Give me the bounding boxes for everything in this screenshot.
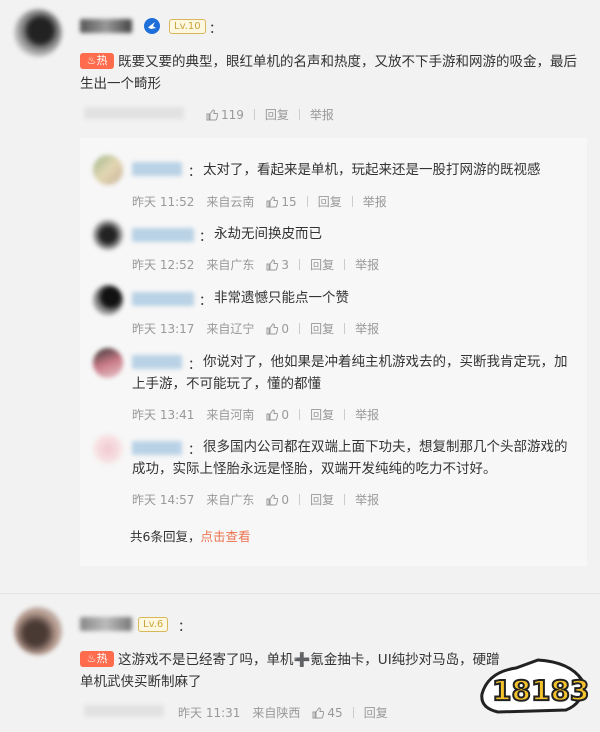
reply-meta: 昨天 11:52 来自云南 15 回复 举报 <box>132 193 387 210</box>
report-button[interactable]: 举报 <box>355 406 379 423</box>
comment-time <box>84 705 164 717</box>
divider <box>344 409 346 420</box>
divider <box>299 494 301 505</box>
reply-location: 来自河南 <box>206 408 255 422</box>
like-count: 119 <box>221 107 244 122</box>
username[interactable] <box>132 228 194 242</box>
comment-location: 来自陕西 <box>252 706 301 720</box>
thumb-up-icon[interactable] <box>266 258 279 271</box>
divider <box>351 196 353 207</box>
thumb-up-icon[interactable] <box>312 706 325 719</box>
report-button[interactable]: 举报 <box>363 193 387 210</box>
reply-count: 共6条回复， <box>130 529 201 544</box>
divider <box>306 196 308 207</box>
reply-location: 来自广东 <box>206 493 255 507</box>
avatar[interactable] <box>14 9 62 57</box>
reply-meta: 昨天 13:17 来自辽宁 0 回复 举报 <box>132 320 379 337</box>
comment-text: 这游戏不是已经寄了吗，单机➕氪金抽卡，UI纯抄对马岛，硬蹭单机武侠买断制麻了 <box>80 652 500 690</box>
username[interactable] <box>132 162 182 176</box>
avatar[interactable] <box>14 607 62 655</box>
reply-text: 太对了，看起来是单机，玩起来还是一股打网游的既视感 <box>203 162 541 178</box>
reply-meta: 昨天 13:41 来自河南 0 回复 举报 <box>132 406 379 423</box>
avatar[interactable] <box>93 285 123 315</box>
reply-time: 昨天 12:52 <box>132 258 195 272</box>
verified-badge-icon <box>143 17 161 35</box>
username[interactable] <box>132 292 194 306</box>
reply-button[interactable]: 回复 <box>265 106 289 123</box>
like-count: 0 <box>281 492 290 507</box>
level-badge: Lv.6 <box>138 617 169 632</box>
thumb-up-icon[interactable] <box>266 322 279 335</box>
divider <box>352 707 354 718</box>
avatar[interactable] <box>93 348 123 378</box>
colon: ： <box>199 294 213 309</box>
watermark-logo: 18183 <box>478 650 590 718</box>
reply-time: 昨天 13:41 <box>132 408 195 422</box>
colon: ： <box>188 165 202 180</box>
reply-location: 来自云南 <box>206 195 255 209</box>
divider <box>299 409 301 420</box>
comment-actions: 昨天 11:31 来自陕西 45 回复 <box>178 704 388 721</box>
reply-button[interactable]: 回复 <box>310 256 334 273</box>
thumb-up-icon[interactable] <box>266 408 279 421</box>
colon: ： <box>178 620 192 635</box>
reply-button[interactable]: 回复 <box>310 491 334 508</box>
like-count: 3 <box>281 257 290 272</box>
divider <box>0 593 600 594</box>
like-count: 15 <box>281 194 297 209</box>
divider <box>298 109 300 120</box>
username[interactable] <box>80 19 132 33</box>
divider <box>253 109 255 120</box>
divider <box>344 323 346 334</box>
thumb-up-icon[interactable] <box>266 493 279 506</box>
like-count: 0 <box>281 321 290 336</box>
report-button[interactable]: 举报 <box>355 320 379 337</box>
comment-text: 既要又要的典型，眼红单机的名声和热度，又放不下手游和网游的吸金，最后生出一个畸形 <box>80 54 577 92</box>
divider <box>299 259 301 270</box>
divider <box>299 323 301 334</box>
comment-time: 昨天 11:31 <box>178 706 241 720</box>
colon: ： <box>209 22 223 37</box>
avatar[interactable] <box>93 155 123 185</box>
reply-location: 来自广东 <box>206 258 255 272</box>
thumb-up-icon[interactable] <box>206 108 218 121</box>
thumb-up-icon[interactable] <box>266 195 279 208</box>
report-button[interactable]: 举报 <box>355 256 379 273</box>
like-count: 45 <box>327 705 343 720</box>
avatar[interactable] <box>93 220 123 250</box>
reply-text: 非常遗憾只能点一个赞 <box>214 290 349 306</box>
divider <box>344 494 346 505</box>
view-all-replies-link[interactable]: 点击查看 <box>200 526 250 545</box>
report-button[interactable]: 举报 <box>355 491 379 508</box>
watermark-text: 18183 <box>492 674 588 707</box>
like-count: 0 <box>281 407 290 422</box>
level-badge: Lv.10 <box>169 19 206 34</box>
reply-button[interactable]: 回复 <box>310 406 334 423</box>
reply-text: 你说对了，他如果是冲着纯主机游戏去的，买断我肯定玩，加上手游，不可能玩了，懂的都… <box>132 354 568 392</box>
more-replies: 共6条回复， 点击查看 <box>130 526 250 545</box>
reply-time: 昨天 13:17 <box>132 322 195 336</box>
reply-text: 很多国内公司都在双端上面下功夫，想复制那几个头部游戏的成功，实际上怪胎永远是怪胎… <box>132 439 568 477</box>
reply-meta: 昨天 12:52 来自广东 3 回复 举报 <box>132 256 379 273</box>
comment-time <box>84 107 184 119</box>
reply-location: 来自辽宁 <box>206 322 255 336</box>
reply-button[interactable]: 回复 <box>364 704 388 721</box>
reply-time: 昨天 14:57 <box>132 493 195 507</box>
comment-actions: 119 回复 举报 <box>206 106 334 123</box>
avatar[interactable] <box>93 434 123 464</box>
divider <box>344 259 346 270</box>
reply-text: 永劫无间换皮而已 <box>214 226 322 242</box>
colon: ： <box>199 230 213 245</box>
reply-button[interactable]: 回复 <box>310 320 334 337</box>
reply-button[interactable]: 回复 <box>318 193 342 210</box>
report-button[interactable]: 举报 <box>310 106 334 123</box>
username[interactable] <box>80 617 132 631</box>
reply-time: 昨天 11:52 <box>132 195 195 209</box>
reply-meta: 昨天 14:57 来自广东 0 回复 举报 <box>132 491 379 508</box>
